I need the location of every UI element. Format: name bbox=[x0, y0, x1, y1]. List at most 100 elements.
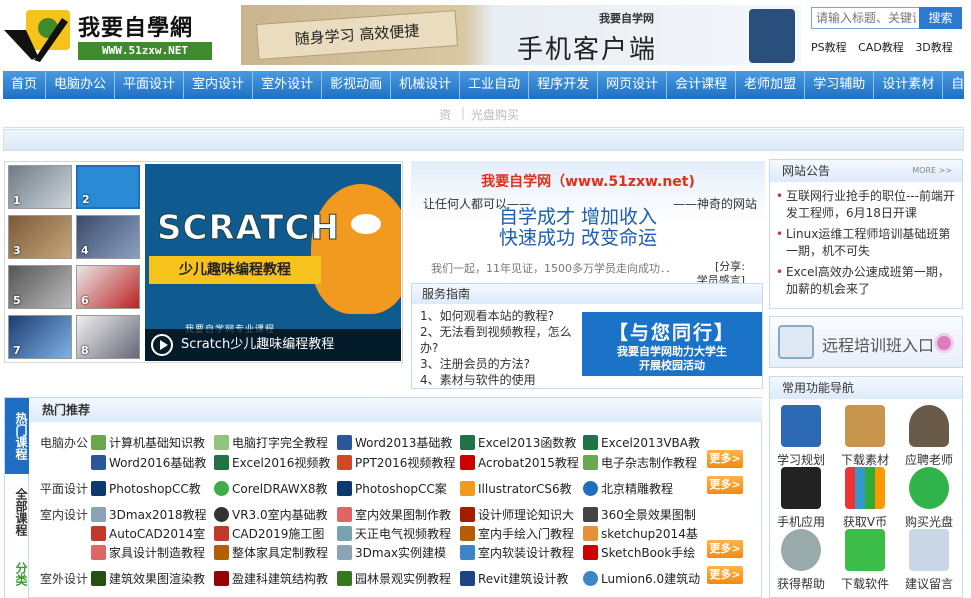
slider-thumb[interactable]: 2 bbox=[76, 165, 140, 209]
course-link[interactable]: 电子杂志制作教程 bbox=[583, 454, 697, 471]
nav-item-teacher[interactable]: 老师加盟 bbox=[736, 71, 806, 99]
nav-item-exterior[interactable]: 室外设计 bbox=[253, 71, 323, 99]
course-link[interactable]: sketchup2014基 bbox=[583, 525, 698, 542]
nav-item-web[interactable]: 网页设计 bbox=[598, 71, 668, 99]
course-link[interactable]: PPT2016视频教程 bbox=[337, 454, 455, 471]
course-link[interactable]: Revit建筑设计教 bbox=[460, 570, 568, 587]
func-mobile-app[interactable]: 手机应用 bbox=[770, 467, 832, 530]
course-link[interactable]: 园林景观实例教程 bbox=[337, 570, 451, 587]
slide-image[interactable]: SCRATCH 少儿趣味编程教程 我要自学网专业课程 Scratch少儿趣味编程… bbox=[145, 164, 401, 361]
campus-activity-ad[interactable]: 【与您同行】 我要自学网助力大学生 开展校园活动 bbox=[582, 312, 762, 376]
tab-categories[interactable]: 分类 bbox=[5, 550, 29, 598]
mobile-client-banner[interactable]: 随身学习 高效便捷 我要自学网 手机客户端 bbox=[241, 5, 801, 65]
course-link[interactable]: 家具设计制造教程 bbox=[91, 544, 205, 561]
course-link[interactable]: Word2016基础教 bbox=[91, 454, 206, 471]
category-exterior[interactable]: 室外设计 bbox=[40, 570, 88, 587]
service-item[interactable]: 3、注册会员的方法? bbox=[420, 356, 584, 372]
course-link[interactable]: 建筑效果图渲染教 bbox=[91, 570, 205, 587]
nav-item-automation[interactable]: 工业自动 bbox=[460, 71, 530, 99]
course-link[interactable]: SketchBook手绘 bbox=[583, 544, 695, 561]
service-item[interactable]: 4、素材与软件的使用 bbox=[420, 372, 584, 388]
course-link[interactable]: 计算机基础知识教 bbox=[91, 434, 205, 451]
nav-item-office[interactable]: 电脑办公 bbox=[46, 71, 116, 99]
nav-item-graphic[interactable]: 平面设计 bbox=[115, 71, 185, 99]
category-office[interactable]: 电脑办公 bbox=[40, 434, 88, 451]
nav-item-accounting[interactable]: 会计课程 bbox=[667, 71, 737, 99]
course-link[interactable]: 设计师理论知识大 bbox=[460, 506, 574, 523]
course-link[interactable]: 电脑打字完全教程 bbox=[214, 434, 328, 451]
nav-item-community[interactable]: 自学交 bbox=[943, 71, 964, 99]
more-button[interactable]: 更多> bbox=[707, 450, 743, 468]
more-button[interactable]: 更多> bbox=[707, 540, 743, 558]
play-icon[interactable] bbox=[151, 334, 173, 356]
course-link[interactable]: 室内手绘入门教程 bbox=[460, 525, 574, 542]
slider-thumb[interactable]: 5 bbox=[8, 265, 72, 309]
course-link[interactable]: 3Dmax2018教程 bbox=[91, 506, 207, 523]
nav-item-home[interactable]: 首页 bbox=[3, 71, 47, 99]
slider-thumb[interactable]: 4 bbox=[76, 215, 140, 259]
subnav-item-buy-disc[interactable]: 光盘购买 bbox=[471, 106, 519, 123]
course-link[interactable]: 北京精雕教程 bbox=[583, 480, 673, 497]
course-link[interactable]: Excel2013VBA教 bbox=[583, 434, 700, 451]
service-item[interactable]: 2、无法看到视频教程，怎么办? bbox=[420, 324, 584, 356]
course-link[interactable]: Word2013基础教 bbox=[337, 434, 452, 451]
course-link[interactable]: CorelDRAWX8教 bbox=[214, 480, 327, 497]
course-link[interactable]: 3Dmax实例建模 bbox=[337, 544, 446, 561]
slider-thumb[interactable]: 3 bbox=[8, 215, 72, 259]
notice-item[interactable]: 互联网行业抢手的职位---前端开发工程师，6月18日开课 bbox=[776, 188, 958, 222]
notice-more-link[interactable]: MORE >> bbox=[912, 166, 952, 175]
course-link[interactable]: VR3.0室内基础教 bbox=[214, 506, 328, 523]
course-link[interactable]: 天正电气视频教程 bbox=[337, 525, 451, 542]
quick-link-3d[interactable]: 3D教程 bbox=[915, 41, 952, 54]
remote-training-entry[interactable]: 远程培训班入口 bbox=[769, 316, 963, 368]
func-apply-teacher[interactable]: 应聘老师 bbox=[898, 405, 960, 468]
nav-item-film[interactable]: 影视动画 bbox=[322, 71, 392, 99]
func-study-plan[interactable]: 学习规划 bbox=[770, 405, 832, 468]
course-link[interactable]: CAD2019施工图 bbox=[214, 525, 324, 542]
course-link[interactable]: 整体家具定制教程 bbox=[214, 544, 328, 561]
course-link[interactable]: IllustratorCS6教 bbox=[460, 480, 572, 497]
slider-thumb[interactable]: 1 bbox=[8, 165, 72, 209]
func-feedback[interactable]: 建议留言 bbox=[898, 529, 960, 592]
notice-item[interactable]: Excel高效办公速成班第一期，加薪的机会来了 bbox=[776, 264, 958, 298]
course-link[interactable]: 室内软装设计教程 bbox=[460, 544, 574, 561]
func-download-software[interactable]: 下载软件 bbox=[834, 529, 896, 592]
course-link[interactable]: Lumion6.0建筑动 bbox=[583, 570, 700, 587]
course-link[interactable]: Excel2013函数教 bbox=[460, 434, 576, 451]
func-get-vcoin[interactable]: 获取V币 bbox=[834, 467, 896, 530]
course-link[interactable]: AutoCAD2014室 bbox=[91, 525, 205, 542]
quick-link-ps[interactable]: PS教程 bbox=[811, 41, 847, 54]
course-link[interactable]: Acrobat2015教程 bbox=[460, 454, 579, 471]
course-link[interactable]: 室内效果图制作教 bbox=[337, 506, 451, 523]
slider-thumb[interactable]: 8 bbox=[76, 315, 140, 359]
search-button[interactable]: 搜索 bbox=[919, 7, 962, 29]
more-button[interactable]: 更多> bbox=[707, 476, 743, 494]
nav-item-mechanical[interactable]: 机械设计 bbox=[391, 71, 461, 99]
func-download-materials[interactable]: 下载素材 bbox=[834, 405, 896, 468]
search-input[interactable] bbox=[811, 7, 921, 29]
func-buy-disc[interactable]: 购买光盘 bbox=[898, 467, 960, 530]
category-graphic[interactable]: 平面设计 bbox=[40, 480, 88, 497]
slider-thumb[interactable]: 6 bbox=[76, 265, 140, 309]
course-link[interactable]: PhotoshopCC教 bbox=[91, 480, 201, 497]
nav-item-materials[interactable]: 设计素材 bbox=[874, 71, 944, 99]
course-link[interactable]: 360全景效果图制 bbox=[583, 506, 696, 523]
site-logo[interactable]: 我要自學網 WWW.51zxw.NET bbox=[4, 8, 214, 62]
tab-all-courses[interactable]: 全部课程 bbox=[5, 474, 29, 550]
nav-item-study-aid[interactable]: 学习辅助 bbox=[805, 71, 875, 99]
course-link[interactable]: 盈建科建筑结构教 bbox=[214, 570, 328, 587]
slider-thumb[interactable]: 7 bbox=[8, 315, 72, 359]
course-link[interactable]: PhotoshopCC案 bbox=[337, 480, 447, 497]
category-interior[interactable]: 室内设计 bbox=[40, 506, 88, 523]
slide-caption[interactable]: Scratch少儿趣味编程教程 bbox=[145, 329, 401, 361]
more-button[interactable]: 更多> bbox=[707, 566, 743, 584]
nav-item-interior[interactable]: 室内设计 bbox=[184, 71, 254, 99]
service-item[interactable]: 1、如何观看本站的教程? bbox=[420, 308, 584, 324]
course-link[interactable]: Excel2016视频教 bbox=[214, 454, 330, 471]
nav-item-programming[interactable]: 程序开发 bbox=[529, 71, 599, 99]
notice-item[interactable]: Linux运维工程师培训基础班第一期，机不可失 bbox=[776, 226, 958, 260]
subnav-item-resources[interactable]: 资 bbox=[439, 106, 451, 123]
quick-link-cad[interactable]: CAD教程 bbox=[858, 41, 904, 54]
tab-hot-courses[interactable]: 热门课程 bbox=[5, 398, 29, 474]
func-get-help[interactable]: 获得帮助 bbox=[770, 529, 832, 592]
